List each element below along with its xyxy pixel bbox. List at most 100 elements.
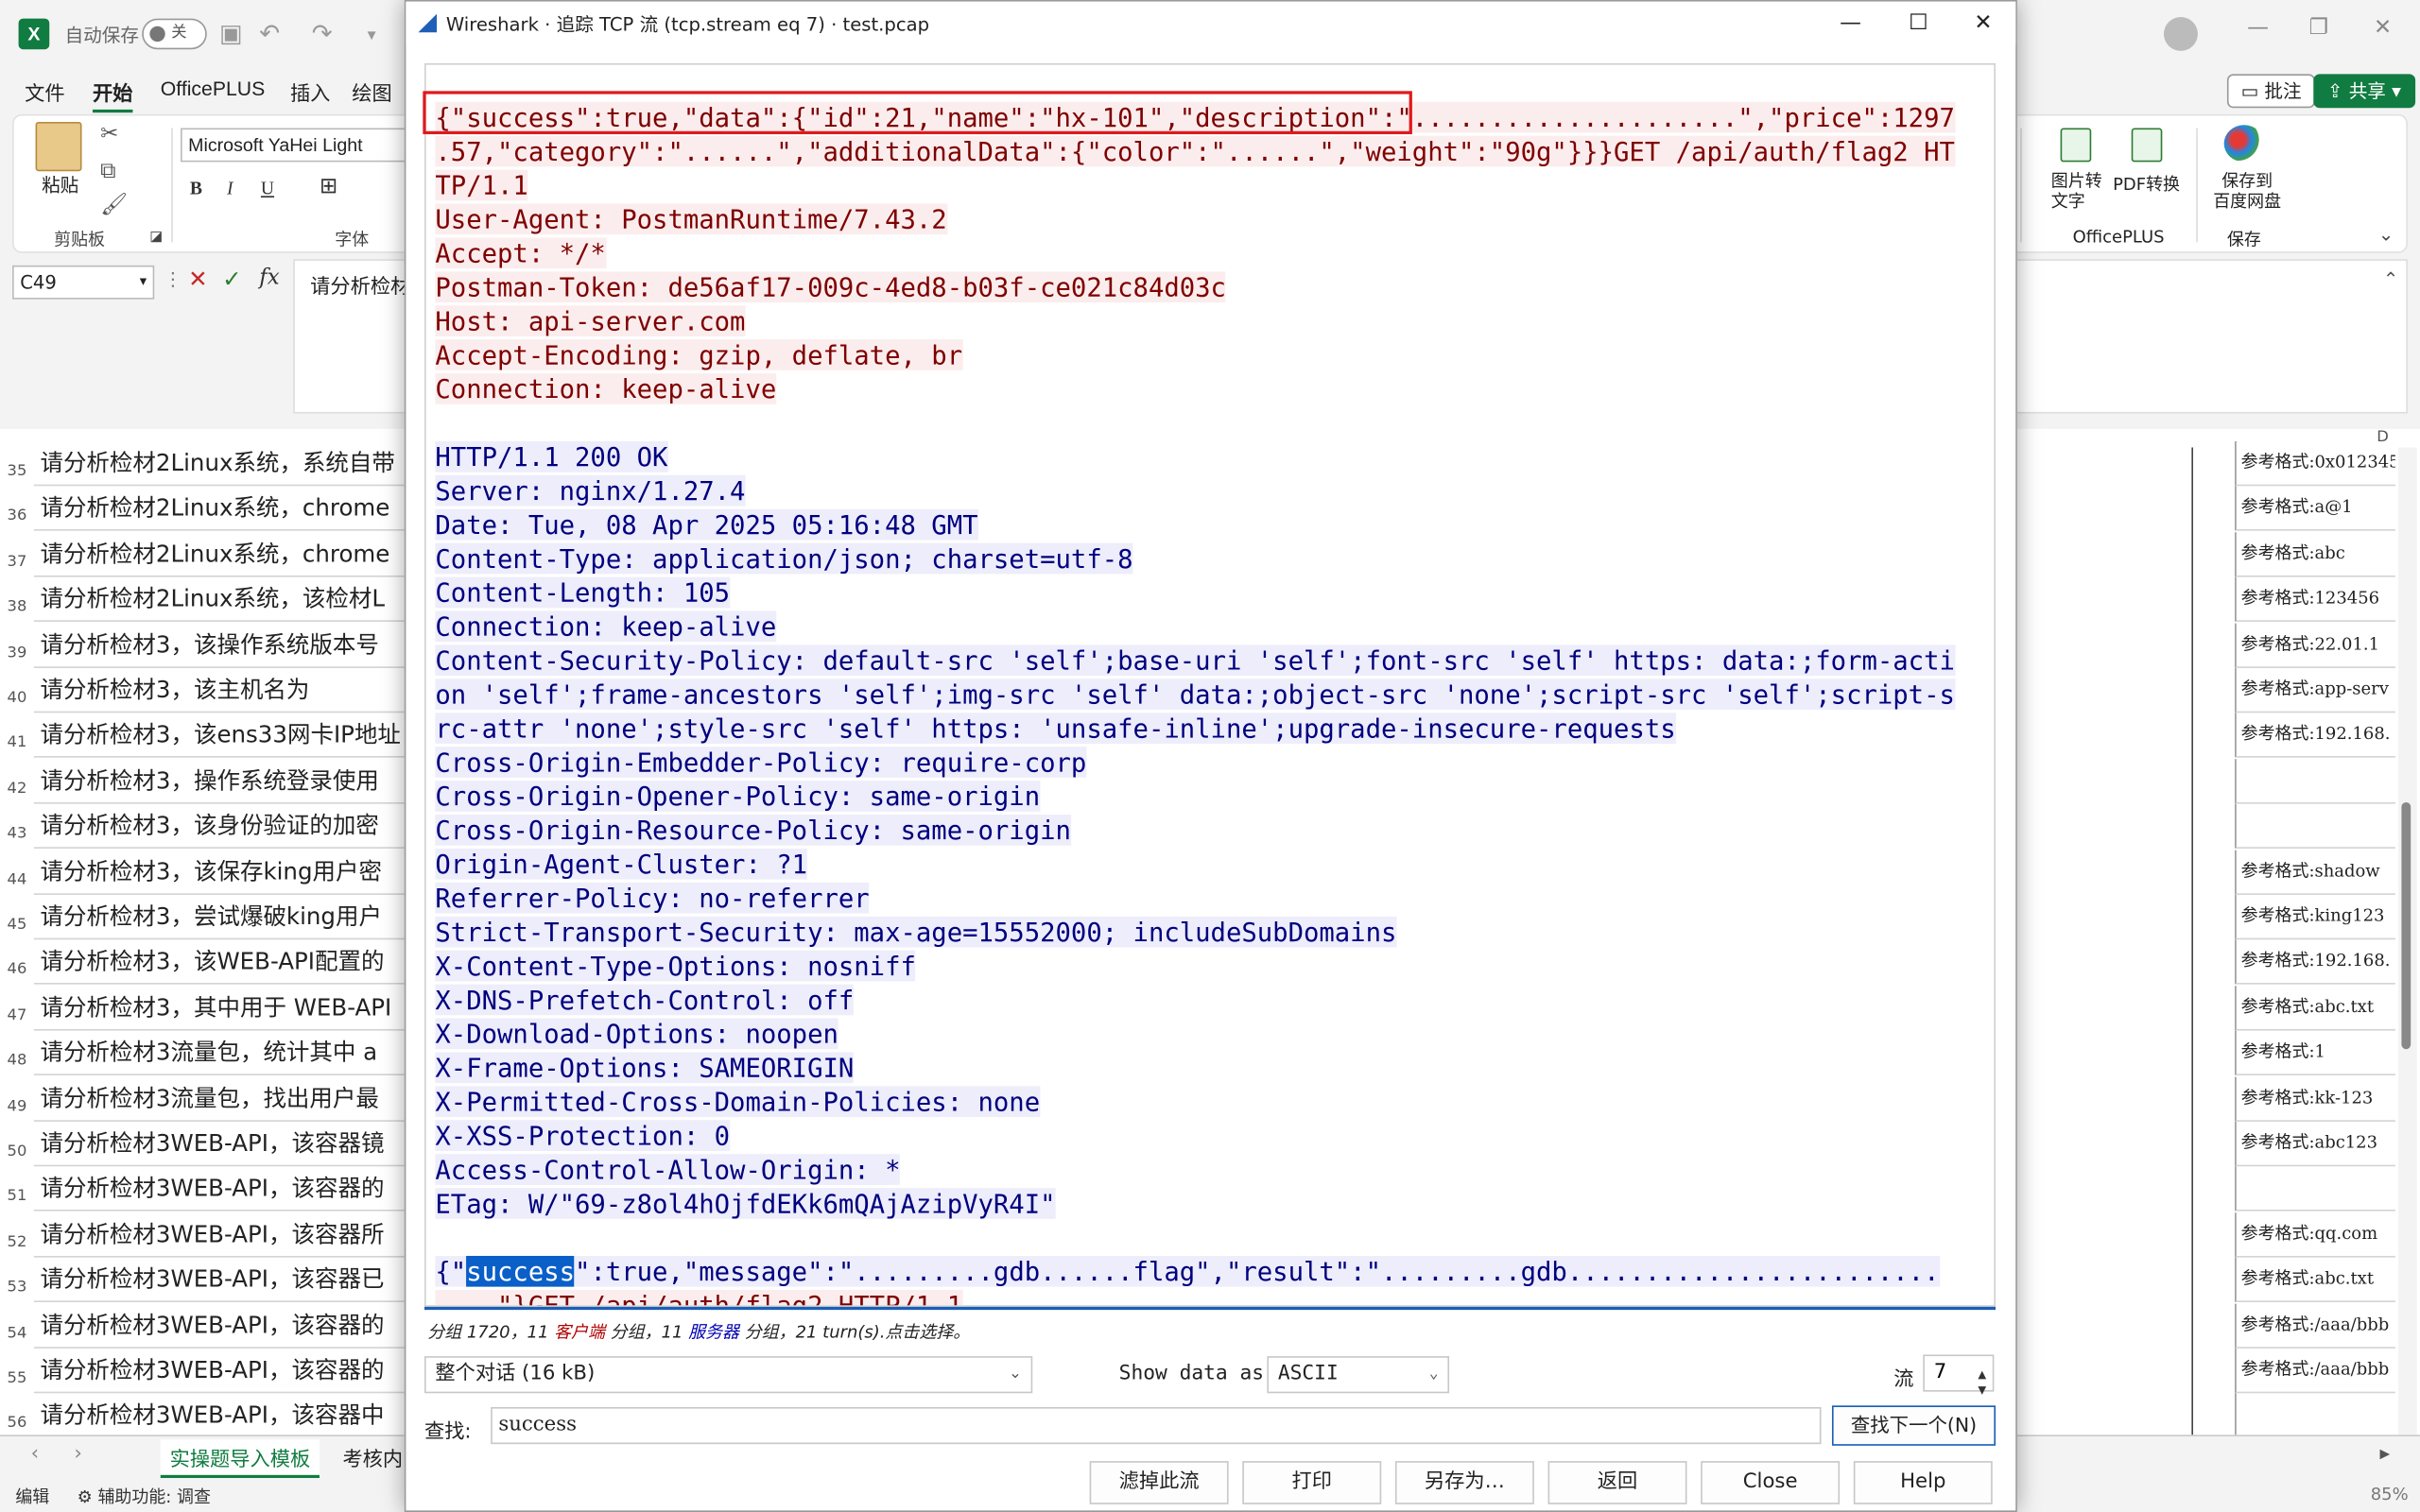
cell-question[interactable]: 请分析检材3WEB-API，该容器的	[33, 1303, 421, 1349]
cell-question[interactable]: 请分析检材3，该操作系统版本号	[33, 623, 421, 668]
font-name-box[interactable]: Microsoft YaHei Light	[181, 128, 412, 163]
back-button[interactable]: 返回	[1547, 1461, 1687, 1504]
save-as-button[interactable]: 另存为…	[1394, 1461, 1534, 1504]
row-header[interactable]: 54	[0, 1325, 34, 1342]
italic-icon[interactable]: I	[227, 178, 233, 200]
cell-question[interactable]: 请分析检材3，该保存king用户密	[33, 850, 421, 895]
copy-icon[interactable]: ⧉	[100, 159, 115, 183]
cell-question[interactable]: 请分析检材2Linux系统，chrome	[33, 487, 421, 532]
cell-reference-format[interactable]: 参考格式:abc.txt	[2235, 1257, 2395, 1303]
row-header[interactable]: 49	[0, 1098, 34, 1115]
cell-reference-format[interactable]: 参考格式:123456	[2235, 576, 2395, 623]
cell-question[interactable]: 请分析检材2Linux系统，系统自带	[33, 441, 421, 487]
cell-reference-format[interactable]	[2235, 1166, 2395, 1212]
row-header[interactable]: 44	[0, 871, 34, 888]
spin-down-icon[interactable]: ▼	[1978, 1373, 1986, 1407]
row-header[interactable]: 48	[0, 1053, 34, 1070]
borders-icon[interactable]: ⊞	[320, 174, 337, 200]
print-button[interactable]: 打印	[1242, 1461, 1382, 1504]
cell-question[interactable]: 请分析检材3WEB-API，该容器所	[33, 1212, 421, 1258]
conversation-select[interactable]: 整个对话 (16 kB) ⌄	[424, 1356, 1033, 1394]
next-sheet-icon[interactable]: ›	[65, 1439, 92, 1469]
close-icon[interactable]: ✕	[2374, 15, 2392, 40]
row-header[interactable]: 39	[0, 644, 34, 662]
menu-draw[interactable]: 绘图	[352, 77, 391, 107]
bold-icon[interactable]: B	[190, 178, 202, 200]
cell-question[interactable]: 请分析检材3，该ens33网卡IP地址	[33, 713, 421, 759]
row-header[interactable]: 43	[0, 826, 34, 843]
accessibility-status[interactable]: ⚙ 辅助功能: 调查	[78, 1485, 211, 1509]
row-header[interactable]: 40	[0, 690, 34, 707]
cell-reference-format[interactable]	[2235, 803, 2395, 850]
stream-number-spinner[interactable]: 7 ▲ ▼	[1923, 1354, 1995, 1397]
cell-question[interactable]: 请分析检材3WEB-API，该容器镜	[33, 1122, 421, 1167]
row-header[interactable]: 51	[0, 1189, 34, 1206]
row-header[interactable]: 53	[0, 1280, 34, 1297]
row-header[interactable]: 41	[0, 735, 34, 752]
cell-reference-format[interactable]: 参考格式:a@1	[2235, 486, 2395, 532]
share-button[interactable]: ⇪ 共享 ▾	[2313, 74, 2415, 109]
info-client[interactable]: 客户端	[554, 1322, 605, 1342]
sheet-tab-template[interactable]: 实操题导入模板	[160, 1439, 320, 1479]
pdf-convert-icon[interactable]	[2131, 128, 2163, 163]
menu-officeplus[interactable]: OfficePLUS	[161, 77, 266, 100]
cell-reference-format[interactable]: 参考格式:abc123	[2235, 1121, 2395, 1167]
image-to-text-icon[interactable]	[2060, 128, 2092, 163]
row-header[interactable]: 47	[0, 1007, 34, 1024]
dialog-launcher-icon[interactable]: ◪	[149, 230, 163, 245]
baidu-cloud-icon[interactable]	[2223, 125, 2265, 163]
cell-reference-format[interactable]: 参考格式:abc.txt	[2235, 985, 2395, 1031]
cell-question[interactable]: 请分析检材3WEB-API，该容器的	[33, 1167, 421, 1212]
cell-reference-format[interactable]: 参考格式:qq.com	[2235, 1211, 2395, 1258]
minimize-icon[interactable]: —	[1817, 5, 1885, 42]
insert-function-icon[interactable]: fx	[259, 266, 279, 290]
info-server[interactable]: 服务器	[688, 1322, 739, 1342]
row-header[interactable]: 38	[0, 599, 34, 616]
cell-reference-format[interactable]: 参考格式:king123	[2235, 894, 2395, 940]
cell-question[interactable]: 请分析检材3WEB-API，该容器已	[33, 1258, 421, 1303]
redo-icon[interactable]: ↷	[312, 19, 333, 48]
enter-icon[interactable]: ✓	[222, 266, 242, 293]
cell-question[interactable]: 请分析检材3WEB-API，该容器的	[33, 1349, 421, 1394]
cell-reference-format[interactable]: 参考格式:192.168.	[2235, 713, 2395, 759]
show-data-as-select[interactable]: ASCII ⌄	[1267, 1356, 1450, 1394]
cell-reference-format[interactable]: 参考格式:kk-123	[2235, 1075, 2395, 1122]
cancel-icon[interactable]: ✕	[188, 266, 208, 293]
minimize-icon[interactable]: —	[2247, 15, 2269, 40]
cell-question[interactable]: 请分析检材3流量包，找出用户最	[33, 1076, 421, 1122]
row-header[interactable]: 45	[0, 917, 34, 934]
row-header[interactable]: 37	[0, 554, 34, 571]
find-input[interactable]: success	[491, 1406, 1822, 1445]
cell-reference-format[interactable]: 参考格式:22.01.1	[2235, 622, 2395, 668]
cell-reference-format[interactable]: 参考格式:0x012345	[2235, 440, 2395, 487]
row-header[interactable]: 50	[0, 1143, 34, 1160]
autosave-toggle[interactable]: 关	[142, 18, 207, 50]
help-button[interactable]: Help	[1853, 1461, 1993, 1504]
row-header[interactable]: 35	[0, 463, 34, 480]
filter-out-stream-button[interactable]: 滤掉此流	[1089, 1461, 1229, 1504]
cell-question[interactable]: 请分析检材3WEB-API，该容器中	[33, 1394, 421, 1439]
collapse-formula-icon[interactable]: ⌃	[2383, 268, 2398, 290]
row-header[interactable]: 36	[0, 508, 34, 525]
cell-reference-format[interactable]: 参考格式:abc	[2235, 531, 2395, 577]
undo-icon[interactable]: ↶	[259, 19, 280, 48]
menu-home[interactable]: 开始	[92, 77, 133, 113]
row-header[interactable]: 46	[0, 962, 34, 979]
menu-insert[interactable]: 插入	[290, 77, 330, 107]
cell-reference-format[interactable]: 参考格式:/aaa/bbb	[2235, 1302, 2395, 1349]
menu-file[interactable]: 文件	[25, 77, 64, 107]
format-painter-icon[interactable]: 🖌	[100, 193, 128, 217]
restore-icon[interactable]: ❐	[2308, 15, 2328, 40]
underline-icon[interactable]: U	[261, 178, 274, 200]
cell-reference-format[interactable]: 参考格式:/aaa/bbb	[2235, 1348, 2395, 1394]
row-header[interactable]: 42	[0, 781, 34, 798]
cell-question[interactable]: 请分析检材3，该身份验证的加密	[33, 804, 421, 850]
scroll-right-icon[interactable]: ▸	[2371, 1439, 2399, 1469]
comment-button[interactable]: ▭ 批注	[2226, 74, 2316, 109]
cell-reference-format[interactable]: 参考格式:app-serv	[2235, 667, 2395, 713]
cell-question[interactable]: 请分析检材3流量包，统计其中 a	[33, 1031, 421, 1076]
cell-question[interactable]: 请分析检材2Linux系统，该检材L	[33, 577, 421, 623]
cell-reference-format[interactable]	[2235, 758, 2395, 804]
stream-content[interactable]: {"success":true,"data":{"id":21,"name":"…	[424, 62, 1996, 1307]
row-header[interactable]: 52	[0, 1234, 34, 1251]
